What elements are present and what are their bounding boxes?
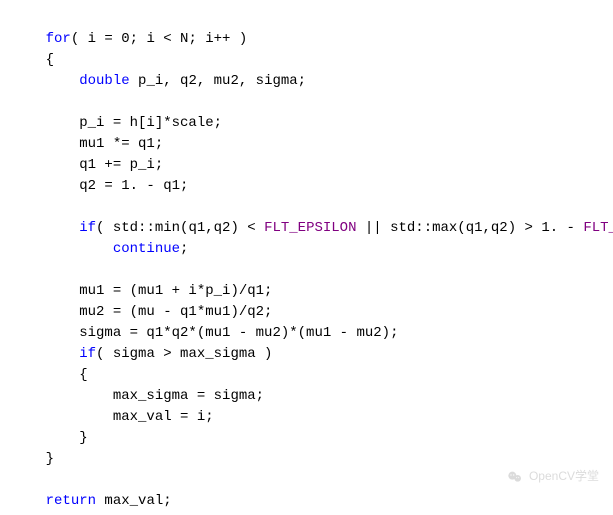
code-text: ( sigma > max_sigma ) [96,346,272,362]
const-fltepsilon: FLT_EPSILON [583,220,613,236]
code-line: if( std::min(q1,q2) < FLT_EPSILON || std… [12,220,613,236]
keyword-return: return [46,493,96,509]
code-block: for( i = 0; i < N; i++ ) { double p_i, q… [0,0,613,515]
code-text: sigma = q1*q2*(mu1 - mu2)*(mu1 - mu2); [79,325,398,341]
code-line: mu1 *= q1; [12,136,163,152]
code-text: { [46,52,54,68]
code-line: q1 += p_i; [12,157,163,173]
code-line: mu1 = (mu1 + i*p_i)/q1; [12,283,272,299]
code-text: p_i, q2, mu2, sigma; [130,73,306,89]
code-text: mu1 *= q1; [79,136,163,152]
code-text: ( std::min(q1,q2) < [96,220,264,236]
code-line: max_sigma = sigma; [12,388,264,404]
code-text: || std::max(q1,q2) > 1. - [356,220,583,236]
keyword-continue: continue [113,241,180,257]
keyword-if: if [79,220,96,236]
code-text: mu2 = (mu - q1*mu1)/q2; [79,304,272,320]
code-text: q1 += p_i; [79,157,163,173]
code-line: } [12,451,54,467]
code-text: } [46,451,54,467]
keyword-double: double [79,73,129,89]
code-line: } [12,430,88,446]
code-text: p_i = h[i]*scale; [79,115,222,131]
code-line: mu2 = (mu - q1*mu1)/q2; [12,304,272,320]
code-line: continue; [12,241,188,257]
code-line: q2 = 1. - q1; [12,178,188,194]
const-fltepsilon: FLT_EPSILON [264,220,356,236]
code-text: { [79,367,87,383]
wechat-icon [507,469,523,485]
code-line: { [12,52,54,68]
code-line: sigma = q1*q2*(mu1 - mu2)*(mu1 - mu2); [12,325,398,341]
watermark-text: OpenCV学堂 [529,466,599,487]
code-line: max_val = i; [12,409,214,425]
code-text: ( i = 0; i < N; i++ ) [71,31,247,47]
code-line: if( sigma > max_sigma ) [12,346,272,362]
code-line: { [12,367,88,383]
code-text: ; [180,241,188,257]
code-line: p_i = h[i]*scale; [12,115,222,131]
keyword-if: if [79,346,96,362]
code-line: for( i = 0; i < N; i++ ) [12,31,247,47]
code-line: double p_i, q2, mu2, sigma; [12,73,306,89]
code-text: } [79,430,87,446]
code-text: max_val; [96,493,172,509]
code-text: max_val = i; [113,409,214,425]
code-text: mu1 = (mu1 + i*p_i)/q1; [79,283,272,299]
keyword-for: for [46,31,71,47]
code-line: return max_val; [12,493,172,509]
code-text: q2 = 1. - q1; [79,178,188,194]
watermark: OpenCV学堂 [507,466,599,487]
code-text: max_sigma = sigma; [113,388,264,404]
